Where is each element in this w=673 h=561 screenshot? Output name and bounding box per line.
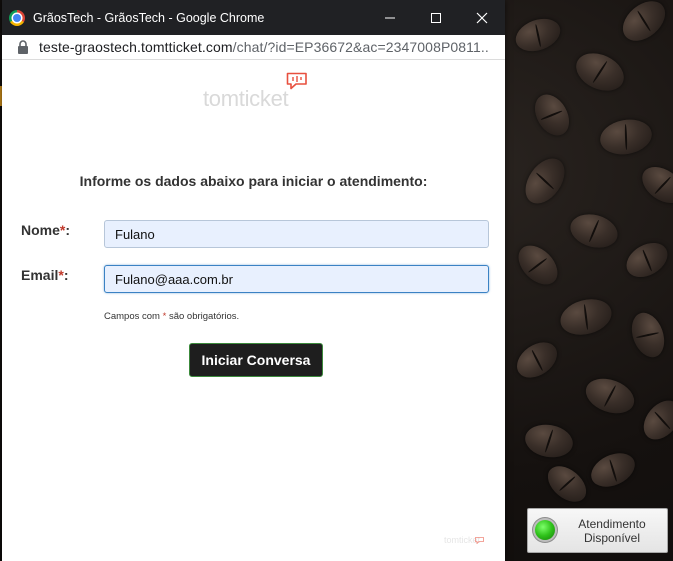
email-label: Email*:: [21, 267, 69, 283]
email-input[interactable]: [104, 265, 489, 293]
window-controls: [367, 0, 505, 35]
footer-chat-bubble-icon: [475, 537, 484, 544]
minimize-icon: [385, 17, 395, 18]
tomticket-logo: tomticket: [203, 72, 313, 112]
close-button[interactable]: [459, 0, 505, 35]
chat-availability-widget[interactable]: Atendimento Disponível: [527, 508, 668, 553]
minimize-button[interactable]: [367, 0, 413, 35]
window-titlebar[interactable]: GrãosTech - GrãosTech - Google Chrome: [2, 0, 505, 35]
maximize-icon: [431, 12, 441, 23]
url-text[interactable]: teste-graostech.tomtticket.com/chat/?id=…: [39, 39, 489, 55]
chrome-popup-window: GrãosTech - GrãosTech - Google Chrome te…: [2, 0, 505, 561]
required-fields-note: Campos com * são obrigatórios.: [104, 311, 240, 322]
availability-status: Atendimento Disponível: [578, 517, 646, 545]
address-bar[interactable]: teste-graostech.tomtticket.com/chat/?id=…: [2, 35, 505, 60]
chat-bubble-icon: [286, 72, 307, 90]
close-icon: [476, 12, 488, 23]
maximize-button[interactable]: [413, 0, 459, 35]
window-title: GrãosTech - GrãosTech - Google Chrome: [33, 10, 265, 25]
name-input[interactable]: [104, 220, 489, 248]
chrome-logo-icon: [9, 9, 25, 26]
start-chat-button[interactable]: Iniciar Conversa: [189, 343, 323, 377]
form-heading: Informe os dados abaixo para iniciar o a…: [79, 173, 428, 189]
logo-text: tomticket: [203, 86, 289, 111]
lock-icon: [18, 40, 28, 54]
chat-start-form: tomticket Informe os dados abaixo para i…: [2, 60, 505, 561]
name-label: Nome*:: [21, 222, 71, 238]
online-status-icon: [535, 520, 555, 540]
